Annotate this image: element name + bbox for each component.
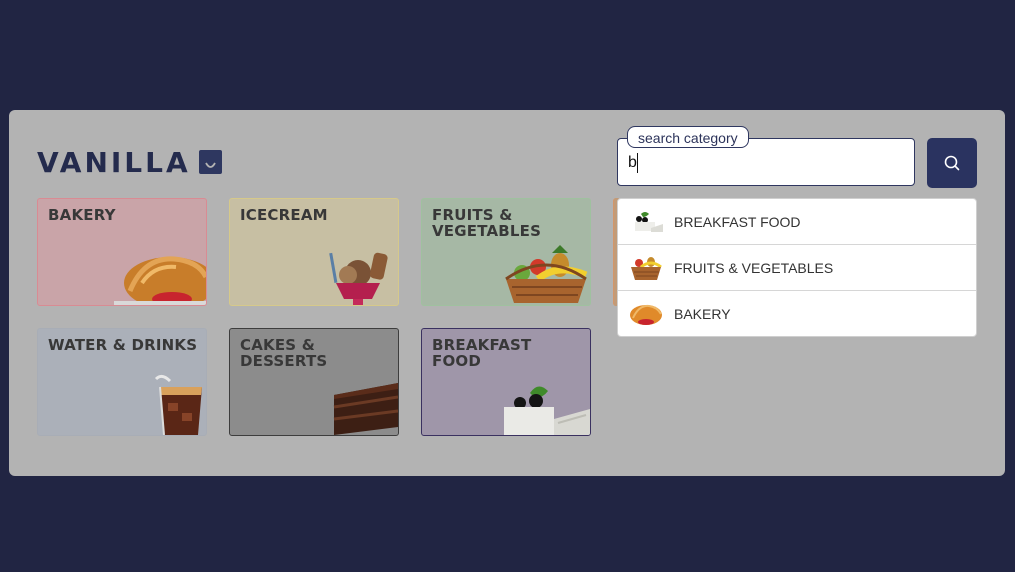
croissant-image: [628, 299, 664, 329]
category-label: BREAKFAST FOOD: [432, 336, 532, 370]
ice-cream-sundae-image: [329, 252, 388, 305]
category-label: BAKERY: [48, 206, 116, 224]
search-icon: [944, 155, 960, 171]
cola-glass-image: [154, 374, 202, 435]
category-label: ICECREAM: [240, 206, 328, 224]
category-label: WATER & DRINKS: [48, 336, 198, 354]
fruit-basket-image: [628, 253, 664, 283]
category-card-cakes-desserts[interactable]: CAKES & DESSERTS: [229, 328, 399, 436]
croissant-image: [114, 256, 206, 305]
suggestion-item[interactable]: BAKERY: [618, 291, 976, 336]
main-panel: VANILLA BAKERY ICECREAM FRUITS & VEGETAB…: [9, 110, 1005, 476]
search-label: search category: [627, 126, 749, 148]
category-card-breakfast-food[interactable]: BREAKFAST FOOD: [421, 328, 591, 436]
brand: VANILLA: [37, 145, 222, 179]
category-card-bakery[interactable]: BAKERY: [37, 198, 207, 306]
fruit-basket-image: [505, 245, 588, 303]
breakfast-plate-image: [628, 207, 664, 237]
suggestion-label: BREAKFAST FOOD: [674, 213, 801, 230]
breakfast-plate-image: [504, 386, 590, 435]
text-caret: [637, 153, 638, 173]
category-card-fruits-vegetables[interactable]: FRUITS & VEGETABLES: [421, 198, 591, 306]
brand-title: VANILLA: [37, 145, 191, 179]
suggestion-label: FRUITS & VEGETABLES: [674, 259, 834, 276]
category-card-water-drinks[interactable]: WATER & DRINKS: [37, 328, 207, 436]
category-label: CAKES & DESSERTS: [240, 336, 328, 370]
suggestion-item[interactable]: BREAKFAST FOOD: [618, 199, 976, 245]
chocolate-cake-slice-image: [333, 383, 398, 435]
suggestions-dropdown: BREAKFAST FOOD FRUITS & VEGETABLES BAKER…: [617, 198, 977, 337]
suggestion-label: BAKERY: [674, 306, 731, 322]
category-card-icecream[interactable]: ICECREAM: [229, 198, 399, 306]
search-input[interactable]: [628, 153, 898, 173]
suggestion-item[interactable]: FRUITS & VEGETABLES: [618, 245, 976, 291]
category-label: FRUITS & VEGETABLES: [432, 206, 542, 240]
shopping-bag-icon: [198, 150, 222, 174]
search-button[interactable]: [927, 138, 977, 188]
